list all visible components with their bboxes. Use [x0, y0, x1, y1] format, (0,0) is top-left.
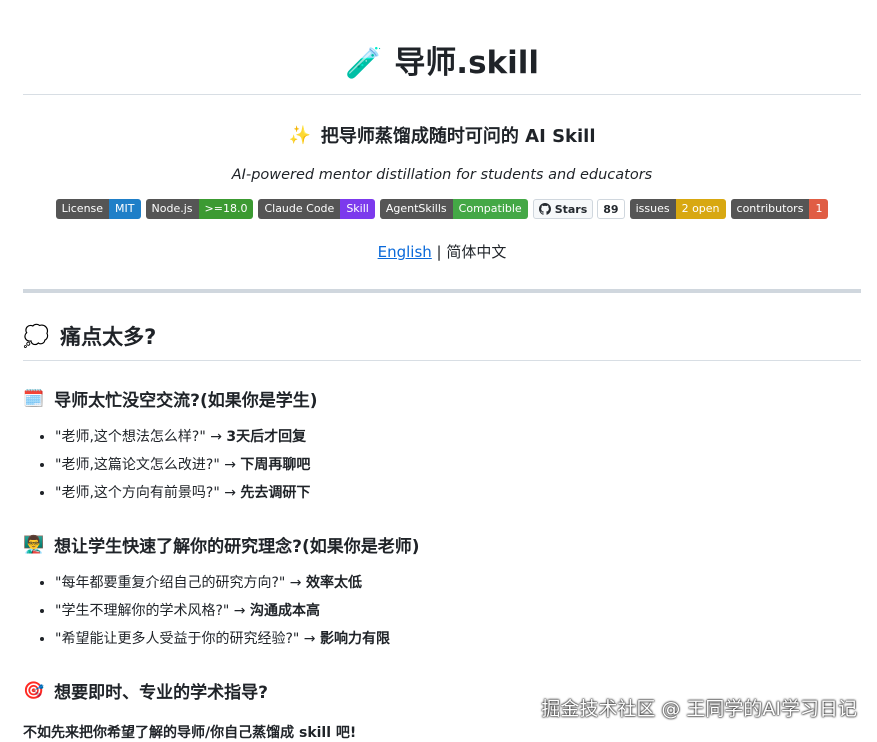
badge-value: 2 open: [675, 199, 726, 219]
contributors-badge[interactable]: contributors 1: [730, 199, 829, 219]
badge-label: Node.js: [145, 199, 199, 219]
badge-label: AgentSkills: [379, 199, 453, 219]
item-answer: 先去调研下: [240, 485, 311, 501]
item-answer: 效率太低: [305, 575, 362, 591]
page-title: 🧪 导师.skill: [345, 0, 539, 79]
license-badge[interactable]: License MIT: [55, 199, 141, 219]
stars-button[interactable]: Stars: [532, 199, 594, 219]
teacher-icon: 👨‍🏫: [23, 534, 45, 555]
badge-row: License MIT Node.js >=18.0 Claude Code S…: [23, 199, 861, 219]
target-icon: 🎯: [23, 680, 45, 701]
student-list: "老师,这个想法怎么样?" → 3天后才回复 "老师,这篇论文怎么改进?" → …: [23, 423, 861, 507]
nodejs-badge[interactable]: Node.js >=18.0: [145, 199, 254, 219]
badge-label: Claude Code: [258, 199, 341, 219]
heading-text: 痛点太多?: [60, 325, 157, 349]
list-item: "每年都要重复介绍自己的研究方向?" → 效率太低: [55, 569, 861, 597]
tagline-text: 把导师蒸馏成随时可问的 AI Skill: [320, 126, 596, 147]
item-question: "老师,这个方向有前景吗?" →: [55, 485, 241, 501]
badge-value: Skill: [340, 199, 375, 219]
chinese-label: 简体中文: [446, 243, 507, 261]
tagline: ✨ 把导师蒸馏成随时可问的 AI Skill: [23, 122, 861, 148]
badge-value: >=18.0: [198, 199, 254, 219]
teacher-heading: 👨‍🏫 想让学生快速了解你的研究理念?(如果你是老师): [23, 532, 861, 558]
readme-content: 🧪 导师.skill ✨ 把导师蒸馏成随时可问的 AI Skill AI-pow…: [23, 0, 861, 742]
github-icon: [538, 203, 551, 215]
item-question: "老师,这篇论文怎么改进?" →: [55, 457, 241, 473]
badge-label: issues: [629, 199, 676, 219]
pain-points-heading: 💭 痛点太多?: [23, 321, 861, 361]
sparkles-icon: ✨: [288, 124, 311, 146]
claude-code-badge[interactable]: Claude Code Skill: [258, 199, 375, 219]
badge-value: MIT: [109, 199, 141, 219]
call-to-action: 不如先来把你希望了解的导师/你自己蒸馏成 skill 吧!: [23, 725, 357, 741]
heading-text: 导师太忙没空交流?(如果你是学生): [54, 391, 318, 411]
thought-bubble-icon: 💭: [23, 323, 50, 348]
badge-value: 1: [809, 199, 829, 219]
github-stars-badge[interactable]: Stars 89: [532, 199, 625, 219]
page-title-text: 导师.skill: [394, 45, 540, 81]
language-separator: |: [431, 243, 447, 261]
heading-text: 想要即时、专业的学术指导?: [54, 683, 269, 703]
english-link[interactable]: English: [378, 243, 432, 261]
subtitle: AI-powered mentor distillation for stude…: [231, 167, 653, 183]
list-item: "老师,这篇论文怎么改进?" → 下周再聊吧: [55, 451, 861, 479]
heading-text: 想让学生快速了解你的研究理念?(如果你是老师): [54, 537, 420, 557]
stars-count[interactable]: 89: [597, 199, 625, 219]
list-item: "学生不理解你的学术风格?" → 沟通成本高: [55, 597, 861, 625]
badge-value: Compatible: [452, 199, 528, 219]
item-question: "老师,这个想法怎么样?" →: [55, 429, 227, 445]
item-answer: 沟通成本高: [249, 603, 320, 619]
list-item: "希望能让更多人受益于你的研究经验?" → 影响力有限: [55, 625, 861, 653]
item-question: "学生不理解你的学术风格?" →: [55, 603, 250, 619]
list-item: "老师,这个方向有前景吗?" → 先去调研下: [55, 479, 861, 507]
item-answer: 下周再聊吧: [240, 457, 311, 473]
item-answer: 3天后才回复: [226, 429, 307, 445]
badge-label: contributors: [730, 199, 810, 219]
badge-label: License: [55, 199, 110, 219]
calendar-icon: 🗓️: [23, 388, 45, 409]
language-switcher: English | 简体中文: [23, 241, 861, 262]
agentskills-badge[interactable]: AgentSkills Compatible: [379, 199, 528, 219]
item-question: "每年都要重复介绍自己的研究方向?" →: [55, 575, 306, 591]
teacher-list: "每年都要重复介绍自己的研究方向?" → 效率太低 "学生不理解你的学术风格?"…: [23, 569, 861, 653]
student-heading: 🗓️ 导师太忙没空交流?(如果你是学生): [23, 386, 861, 412]
title-block: 🧪 导师.skill: [23, 0, 861, 95]
stars-label: Stars: [554, 202, 588, 216]
issues-badge[interactable]: issues 2 open: [629, 199, 726, 219]
item-question: "希望能让更多人受益于你的研究经验?" →: [55, 631, 320, 647]
item-answer: 影响力有限: [319, 631, 390, 647]
section-divider: [23, 289, 861, 293]
test-tube-icon: 🧪: [344, 45, 383, 81]
list-item: "老师,这个想法怎么样?" → 3天后才回复: [55, 423, 861, 451]
watermark: 掘金技术社区 @ 王同学的AI学习日记: [541, 698, 857, 720]
